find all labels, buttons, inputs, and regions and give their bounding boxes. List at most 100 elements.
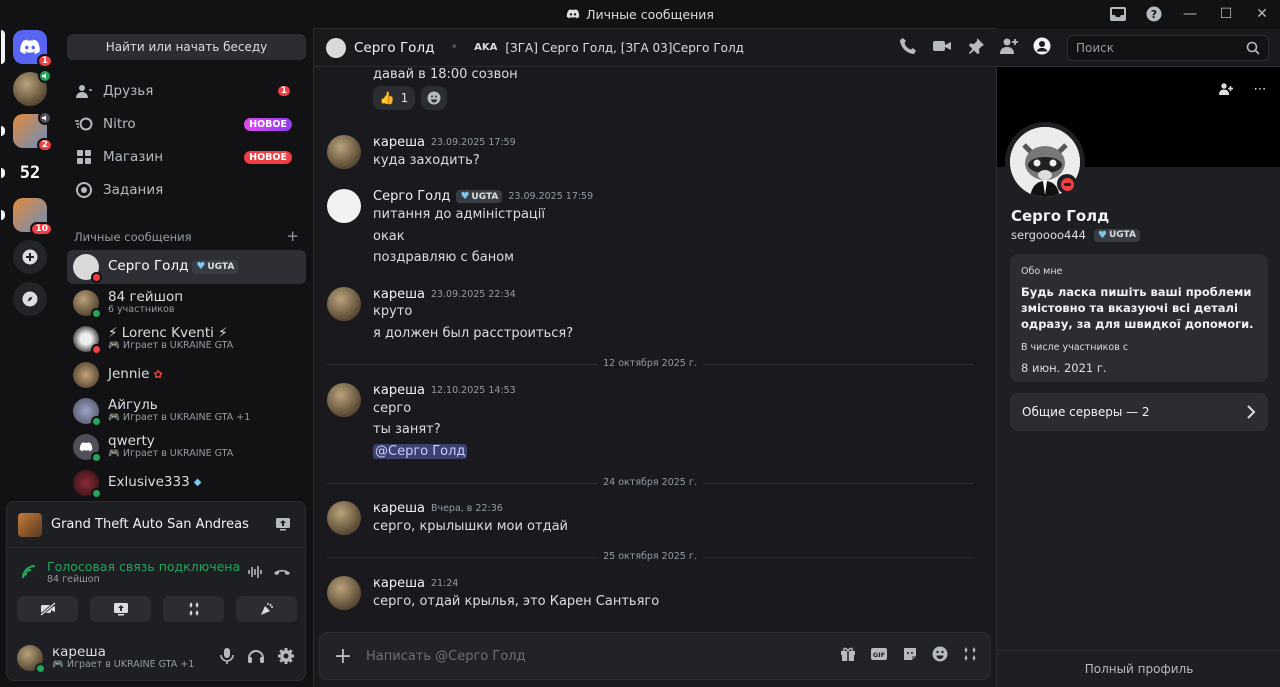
activities-button[interactable] (163, 596, 224, 622)
reaction-thumbs-up[interactable]: 👍 1 (373, 86, 415, 110)
dm-item-group[interactable]: 84 гейшоп 6 участников (67, 286, 306, 320)
message-author: кареша 21:24 (373, 576, 458, 591)
guild-tag[interactable]: ♥ UGTA (1094, 228, 1140, 242)
author-name[interactable]: кареша (373, 135, 425, 150)
user-name: кареша (52, 643, 106, 660)
avatar[interactable] (327, 189, 361, 223)
avatar[interactable] (327, 135, 361, 169)
screen-share-button[interactable] (90, 596, 151, 622)
gif-icon[interactable]: GIF (870, 646, 888, 666)
dm-item-aigul[interactable]: Айгуль 🎮 Играет в UKRAINE GTA +1 (67, 394, 306, 428)
message-text: куда заходить? (373, 153, 480, 168)
author-name[interactable]: кареша (373, 501, 425, 516)
server-gta[interactable]: 2 (1, 111, 53, 152)
nav-shop[interactable]: Магазин НОВОЕ (67, 142, 306, 172)
message-text: серго, крылышки мои отдай (373, 519, 568, 534)
full-profile-link[interactable]: Полный профиль (997, 650, 1280, 687)
nav-quests-label: Задания (103, 182, 164, 198)
server-voice-group[interactable] (13, 69, 52, 106)
add-friends-to-dm-icon[interactable] (1000, 37, 1018, 59)
add-friend-button[interactable] (1213, 76, 1239, 102)
user-mention[interactable]: @Серго Голд (373, 444, 468, 459)
discord-logo-icon (79, 442, 93, 452)
current-user[interactable]: кареша 🎮 Играет в UKRAINE GTA +1 (7, 636, 305, 680)
nav-nitro[interactable]: Nitro НОВОЕ (67, 109, 306, 139)
avatar[interactable] (327, 383, 361, 417)
voice-status: Голосовая связь подключена (47, 559, 241, 574)
emoji-icon[interactable] (932, 646, 948, 666)
noise-suppression-icon[interactable] (247, 564, 263, 584)
help-icon[interactable]: ? (1136, 0, 1172, 28)
now-playing[interactable]: Grand Theft Auto San Andreas (7, 502, 305, 548)
dm-item-jennie[interactable]: Jennie ✿ (67, 358, 306, 392)
selected-indicator (1, 30, 5, 64)
apps-icon[interactable] (962, 646, 978, 666)
avatar (73, 290, 102, 319)
user-status: Играет в UKRAINE GTA (66, 659, 178, 671)
pin-icon[interactable] (967, 37, 985, 59)
dm-item-sergo[interactable]: Серго Голд ♥ UGTA (67, 250, 306, 284)
chat-panel: Серго Голд • AKA [ЗГА] Серго Голд, [ЗГА … (313, 28, 1280, 687)
attach-plus-icon[interactable]: + (320, 644, 366, 669)
about-card: Обо мне Будь ласка пишіть ваші проблеми … (1010, 254, 1268, 382)
add-reaction-button[interactable] (421, 86, 447, 110)
nav-friends-label: Друзья (103, 83, 154, 99)
avatar[interactable] (327, 576, 361, 610)
add-server-button[interactable] (13, 240, 47, 274)
message-list[interactable]: давай в 18:00 созвон 👍 1 кареша 23.09.2025… (314, 67, 997, 627)
maximize-icon[interactable]: ☐ (1208, 0, 1244, 28)
find-conversation-button[interactable]: Найти или начать беседу (67, 34, 306, 60)
close-icon[interactable]: ✕ (1244, 0, 1280, 28)
stream-screen-icon[interactable] (275, 516, 291, 536)
sticker-icon[interactable] (902, 646, 918, 666)
discover-button[interactable] (13, 282, 47, 316)
dm-item-exlusive[interactable]: Exlusive333 ◆ (67, 466, 306, 500)
gem-icon: ♥ (196, 261, 206, 273)
author-name[interactable]: кареша (373, 576, 425, 591)
message-input[interactable] (366, 648, 796, 664)
headphones-icon[interactable] (247, 647, 265, 669)
create-dm-plus-icon[interactable]: + (286, 229, 299, 244)
voice-connection[interactable]: Голосовая связь подключена 84 гейшоп (7, 552, 305, 592)
author-name[interactable]: кареша (373, 287, 425, 302)
nav-friends[interactable]: Друзья 1 (67, 76, 306, 106)
home-button[interactable]: 1 (1, 30, 53, 68)
inbox-icon[interactable] (1100, 0, 1136, 28)
avatar[interactable] (327, 287, 361, 321)
camera-off-button[interactable] (17, 596, 78, 622)
dm-item-lorenc[interactable]: ⚡ Lorenc Kventi ⚡ 🎮 Играет в UKRAINE GTA (67, 322, 306, 356)
server-gta-2[interactable]: 10 (1, 198, 53, 236)
date-divider-label: 12 октября 2025 г. (597, 358, 703, 369)
mutual-servers-button[interactable]: Общие серверы — 2 (1010, 393, 1268, 431)
gift-icon[interactable] (840, 646, 856, 666)
diamond-icon: ◆ (193, 477, 202, 489)
user-profile-icon[interactable] (1033, 37, 1051, 59)
voice-channel[interactable]: 84 гейшоп (47, 574, 240, 585)
dm-name: qwerty (108, 432, 155, 449)
dm-activity: Играет в UKRAINE GTA (122, 412, 234, 424)
nitro-icon (75, 115, 93, 133)
nav-quests[interactable]: Задания (67, 175, 306, 205)
avatar[interactable] (327, 501, 361, 535)
status-online (35, 663, 46, 674)
soundboard-button[interactable] (236, 596, 297, 622)
minimize-icon[interactable]: — (1172, 0, 1208, 28)
avatar (73, 254, 102, 283)
member-since-label: В числе участников с (1021, 342, 1129, 354)
more-options-button[interactable]: ⋯ (1247, 76, 1273, 102)
disconnect-icon[interactable] (273, 564, 291, 584)
voice-call-icon[interactable] (899, 37, 917, 59)
dm-item-qwerty[interactable]: qwerty 🎮 Играет в UKRAINE GTA (67, 430, 306, 464)
settings-gear-icon[interactable] (277, 647, 295, 669)
search-input[interactable]: Поиск (1067, 35, 1269, 61)
server-52-label: 52 (19, 163, 41, 183)
timestamp: 23.09.2025 22:34 (430, 289, 516, 300)
author-name[interactable]: кареша (373, 383, 425, 398)
author-name[interactable]: Серго Голд (373, 189, 450, 204)
server-52[interactable]: 52 (1, 156, 47, 190)
header-name[interactable]: Серго Голд (354, 40, 434, 56)
video-call-icon[interactable] (932, 38, 952, 58)
microphone-icon[interactable] (219, 647, 235, 669)
soundboard-icon (260, 603, 273, 615)
message-text: питання до адміністрації (373, 207, 546, 222)
